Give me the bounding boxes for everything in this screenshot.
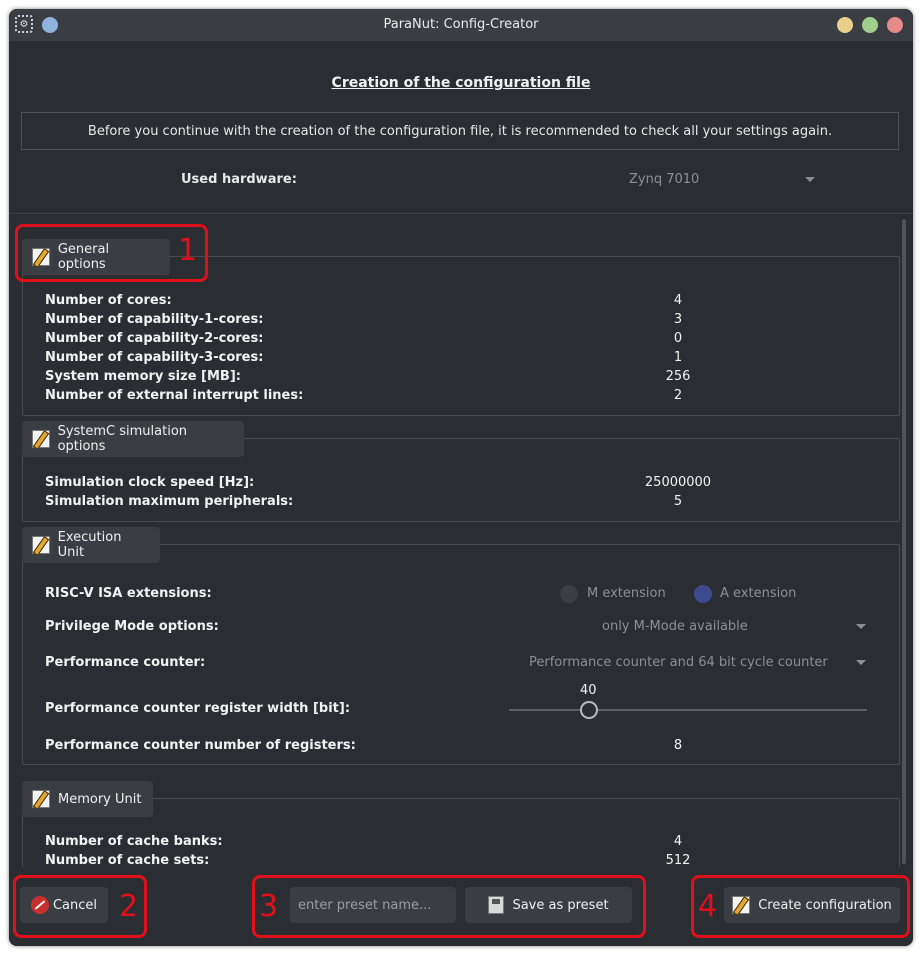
general-row-label: Number of capability-3-cores: bbox=[45, 350, 264, 365]
performance-counter-label: Performance counter: bbox=[45, 655, 206, 670]
memory-row-value: 512 bbox=[665, 853, 691, 867]
title-bar: ⚙ ParaNut: Config-Creator bbox=[9, 9, 913, 41]
pencil-icon bbox=[32, 430, 50, 448]
annotation-number-1: 1 bbox=[178, 233, 198, 268]
chevron-down-icon bbox=[856, 660, 866, 665]
memory-unit-title: Memory Unit bbox=[58, 791, 142, 807]
performance-counter-value: Performance counter and 64 bit cycle cou… bbox=[529, 655, 828, 670]
annotation-box-3 bbox=[252, 875, 646, 938]
general-row-label: Number of external interrupt lines: bbox=[45, 388, 304, 403]
privilege-mode-select[interactable]: only M-Mode available bbox=[509, 613, 869, 639]
number-of-registers-label: Performance counter number of registers: bbox=[45, 738, 356, 753]
execution-unit-title: Execution Unit bbox=[57, 530, 122, 560]
annotation-number-2: 2 bbox=[119, 889, 139, 924]
systemc-row-value: 5 bbox=[673, 494, 683, 509]
window-title: ParaNut: Config-Creator bbox=[383, 17, 539, 32]
notice-text: Before you continue with the creation of… bbox=[87, 123, 833, 139]
general-row-value: 1 bbox=[673, 350, 683, 365]
pencil-icon bbox=[32, 790, 50, 808]
hardware-label: Used hardware: bbox=[181, 172, 297, 187]
register-width-slider-track[interactable] bbox=[509, 709, 867, 711]
performance-counter-select[interactable]: Performance counter and 64 bit cycle cou… bbox=[509, 649, 869, 675]
systemc-options-title: SystemC simulation options bbox=[57, 424, 188, 454]
register-width-slider-handle[interactable] bbox=[580, 701, 598, 719]
config-creator-window: ⚙ ParaNut: Config-Creator Creation of th… bbox=[9, 9, 913, 946]
systemc-row-label: Simulation clock speed [Hz]: bbox=[45, 475, 255, 490]
privilege-mode-value: only M-Mode available bbox=[602, 619, 748, 634]
general-row-value: 2 bbox=[673, 388, 683, 403]
memory-row-label: Number of cache banks: bbox=[45, 834, 223, 849]
isa-extensions-label: RISC-V ISA extensions: bbox=[45, 586, 212, 601]
annotation-box-4 bbox=[691, 875, 910, 938]
a-extension-radio[interactable] bbox=[694, 585, 712, 603]
memory-unit-tab[interactable]: Memory Unit bbox=[22, 781, 153, 817]
vertical-scrollbar[interactable] bbox=[902, 219, 906, 864]
maximize-button[interactable] bbox=[862, 17, 878, 33]
a-extension-label: A extension bbox=[720, 586, 797, 601]
general-row-label: Number of capability-2-cores: bbox=[45, 331, 264, 346]
settings-scroll-area[interactable]: General options Number of cores: 4 Numbe… bbox=[9, 213, 913, 867]
page-title: Creation of the configuration file bbox=[331, 75, 591, 91]
memory-row-value: 4 bbox=[673, 834, 683, 849]
general-row-label: Number of cores: bbox=[45, 293, 172, 308]
register-width-label: Performance counter register width [bit]… bbox=[45, 701, 351, 716]
systemc-options-tab[interactable]: SystemC simulation options bbox=[22, 421, 244, 457]
m-extension-radio[interactable] bbox=[560, 585, 578, 603]
number-of-registers-value: 8 bbox=[673, 738, 683, 753]
notice-box: Before you continue with the creation of… bbox=[21, 112, 899, 150]
pencil-icon bbox=[32, 536, 50, 554]
general-row-value: 256 bbox=[665, 369, 691, 384]
general-row-value: 3 bbox=[673, 312, 683, 327]
annotation-number-3: 3 bbox=[259, 889, 279, 924]
execution-unit-tab[interactable]: Execution Unit bbox=[22, 527, 160, 563]
m-extension-label: M extension bbox=[587, 586, 666, 601]
chevron-down-icon bbox=[805, 177, 815, 182]
general-row-label: Number of capability-1-cores: bbox=[45, 312, 264, 327]
chevron-down-icon bbox=[856, 624, 866, 629]
systemc-row-value: 25000000 bbox=[644, 475, 712, 490]
minimize-button[interactable] bbox=[837, 17, 853, 33]
close-button[interactable] bbox=[887, 17, 903, 33]
systemc-row-label: Simulation maximum peripherals: bbox=[45, 494, 294, 509]
memory-row-label: Number of cache sets: bbox=[45, 853, 210, 867]
annotation-number-4: 4 bbox=[698, 889, 718, 924]
general-row-value: 0 bbox=[673, 331, 683, 346]
privilege-mode-label: Privilege Mode options: bbox=[45, 619, 219, 634]
general-row-value: 4 bbox=[673, 293, 683, 308]
register-width-value: 40 bbox=[580, 683, 597, 698]
general-row-label: System memory size [MB]: bbox=[45, 369, 241, 384]
hardware-value: Zynq 7010 bbox=[629, 172, 700, 187]
